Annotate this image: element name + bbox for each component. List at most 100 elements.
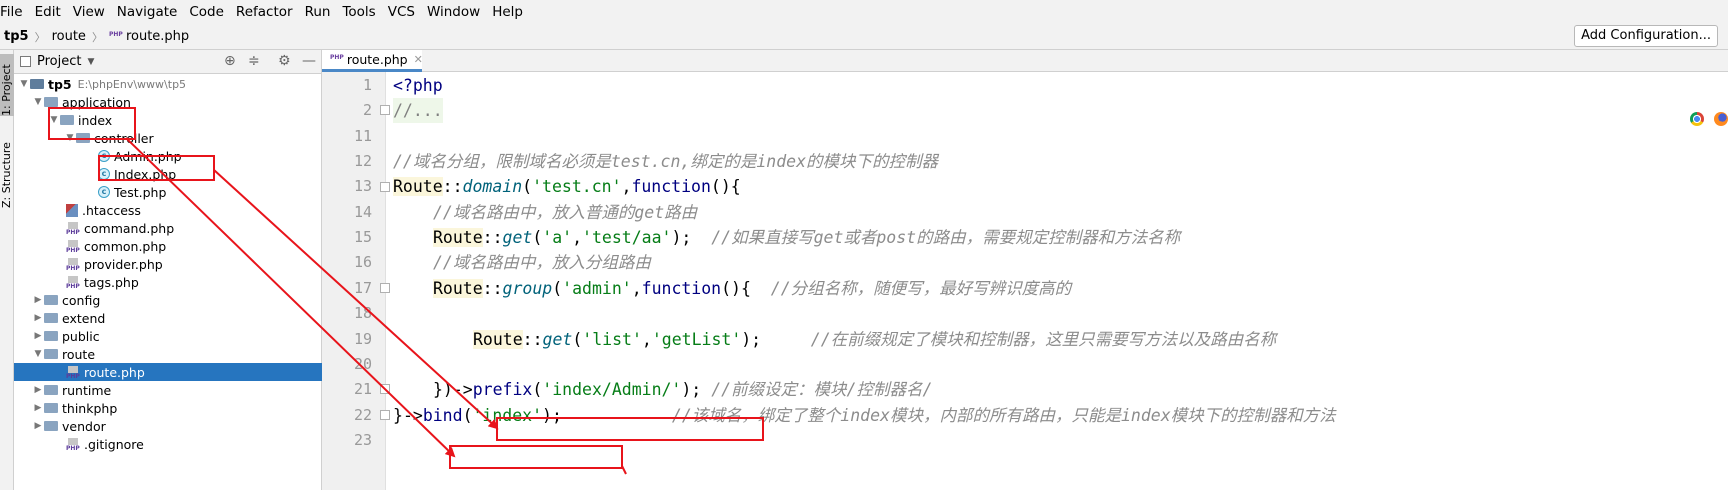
add-configuration-button[interactable]: Add Configuration... (1574, 25, 1718, 47)
project-tool-tab[interactable]: 1: Project (0, 54, 14, 116)
code-token: 'a' (542, 228, 573, 247)
code-line-16: //域名路由中，放入分组路由 (433, 250, 651, 275)
code-area[interactable]: <?php //... //域名分组，限制域名必须是test.cn,绑定的是in… (386, 72, 1728, 490)
collapse-arrow-icon[interactable]: ▶ (32, 331, 44, 341)
code-comment: //分组名称，随便写，最好写辨识度高的 (770, 279, 1072, 298)
gear-icon[interactable]: ⚙ (278, 53, 291, 69)
menu-window[interactable]: Window (421, 0, 486, 24)
tree-item-thinkphp[interactable]: ▶ thinkphp (14, 399, 322, 417)
code-token: , (641, 330, 652, 349)
structure-tool-tab[interactable]: Z: Structure (0, 132, 14, 208)
php-file-icon (66, 221, 80, 236)
tree-item-common-php[interactable]: common.php (14, 237, 322, 255)
breadcrumb-project[interactable]: tp5 (0, 29, 33, 44)
tree-item-extend[interactable]: ▶ extend (14, 309, 322, 327)
tree-item-admin-php[interactable]: c Admin.php (14, 147, 322, 165)
tree-item-label: extend (62, 310, 106, 326)
line-number: 12 (353, 152, 372, 170)
tree-item-label: vendor (62, 418, 106, 434)
menu-run[interactable]: Run (299, 0, 337, 24)
expand-arrow-icon[interactable]: ▼ (32, 97, 44, 107)
line-number: 16 (353, 253, 372, 271)
tree-item-index-php[interactable]: c Index.php (14, 165, 322, 183)
folder-icon (44, 385, 58, 395)
menu-tools[interactable]: Tools (336, 0, 381, 24)
tool-window-strip: 1: Project Z: Structure (0, 50, 14, 490)
tree-item-vendor[interactable]: ▶ vendor (14, 417, 322, 435)
firefox-icon[interactable] (1714, 112, 1728, 126)
code-token: ); (741, 330, 811, 349)
code-token: Route (433, 279, 483, 298)
menu-file[interactable]: File (0, 0, 29, 24)
code-token: , (621, 177, 632, 196)
breadcrumb-folder[interactable]: route (48, 29, 90, 44)
locate-target-icon[interactable]: ⊕ (224, 53, 236, 69)
code-comment: //前缀设定：模块/控制器名/ (711, 380, 933, 399)
tab-route-php[interactable]: PHP route.php ✕ (322, 50, 423, 72)
browser-preview-icons (1690, 112, 1728, 126)
tree-item-provider-php[interactable]: provider.php (14, 255, 322, 273)
code-line-14: //域名路由中，放入普通的get路由 (433, 200, 697, 225)
expand-arrow-icon[interactable]: ▼ (32, 349, 44, 359)
menu-vcs[interactable]: VCS (382, 0, 421, 24)
line-number: 20 (353, 355, 372, 373)
tree-item-route[interactable]: ▼ route (14, 345, 322, 363)
php-file-icon (66, 239, 80, 254)
code-token: group (502, 279, 553, 298)
tree-item-route-php[interactable]: route.php (14, 363, 322, 381)
line-number: 17 (353, 279, 372, 297)
menu-view[interactable]: View (67, 0, 111, 24)
tree-item-htaccess[interactable]: .htaccess (14, 201, 322, 219)
tree-item-public[interactable]: ▶ public (14, 327, 322, 345)
code-token: 'index/Admin/' (542, 380, 682, 399)
tree-item-tags-php[interactable]: tags.php (14, 273, 322, 291)
htaccess-file-icon (66, 203, 78, 217)
tree-item-gitignore[interactable]: .gitignore (14, 435, 322, 453)
tree-item-runtime[interactable]: ▶ runtime (14, 381, 322, 399)
line-number: 14 (353, 203, 372, 221)
menu-code[interactable]: Code (183, 0, 230, 24)
code-line-2: //... (393, 98, 443, 123)
menu-refactor[interactable]: Refactor (230, 0, 299, 24)
expand-arrow-icon[interactable]: ▼ (48, 115, 60, 125)
tree-item-test-php[interactable]: c Test.php (14, 183, 322, 201)
menu-help[interactable]: Help (486, 0, 529, 24)
tree-item-index[interactable]: ▼ index (14, 111, 322, 129)
folded-code[interactable]: //... (393, 101, 443, 120)
code-token: }) (433, 380, 453, 399)
collapse-arrow-icon[interactable]: ▶ (32, 295, 44, 305)
menu-navigate[interactable]: Navigate (111, 0, 184, 24)
code-comment: //如果直接写get或者post的路由，需要规定控制器和方法名称 (711, 228, 1181, 247)
minimize-icon[interactable]: — (302, 53, 316, 69)
code-token: ( (532, 380, 543, 399)
expand-arrow-icon[interactable]: ▼ (64, 133, 76, 143)
collapse-arrow-icon[interactable]: ▶ (32, 313, 44, 323)
project-panel-title: Project (37, 54, 82, 69)
code-token: ( (462, 406, 473, 425)
tree-item-controller[interactable]: ▼ controller (14, 129, 322, 147)
tree-item-tp5[interactable]: ▼ tp5 E:\phpEnv\www\tp5 (14, 75, 322, 93)
project-view-selector[interactable]: Project ▼ (20, 54, 94, 69)
collapse-arrow-icon[interactable]: ▶ (32, 421, 44, 431)
collapse-arrow-icon[interactable]: ▶ (32, 385, 44, 395)
navigation-bar: tp5 〉 route 〉 PHP route.php Add Configur… (0, 24, 1728, 50)
line-number: 2 (362, 101, 372, 119)
tree-item-label: tp5 (48, 76, 72, 92)
close-icon[interactable]: ✕ (414, 53, 423, 66)
php-class-icon: c (98, 150, 110, 162)
tree-item-application[interactable]: ▼ application (14, 93, 322, 111)
chevron-down-icon: ▼ (87, 56, 95, 67)
code-token: :: (482, 279, 503, 298)
collapse-all-icon[interactable]: ≑ (248, 53, 260, 69)
tree-item-label: controller (94, 130, 154, 146)
expand-arrow-icon[interactable]: ▼ (18, 79, 30, 89)
tree-item-config[interactable]: ▶ config (14, 291, 322, 309)
tree-item-label: index (78, 112, 113, 128)
tree-item-label: .htaccess (82, 202, 141, 218)
tree-item-command-php[interactable]: command.php (14, 219, 322, 237)
code-token: Route (433, 228, 483, 247)
collapse-arrow-icon[interactable]: ▶ (32, 403, 44, 413)
chrome-icon[interactable] (1690, 112, 1704, 126)
breadcrumb-file[interactable]: PHP route.php (105, 29, 193, 44)
menu-edit[interactable]: Edit (29, 0, 67, 24)
